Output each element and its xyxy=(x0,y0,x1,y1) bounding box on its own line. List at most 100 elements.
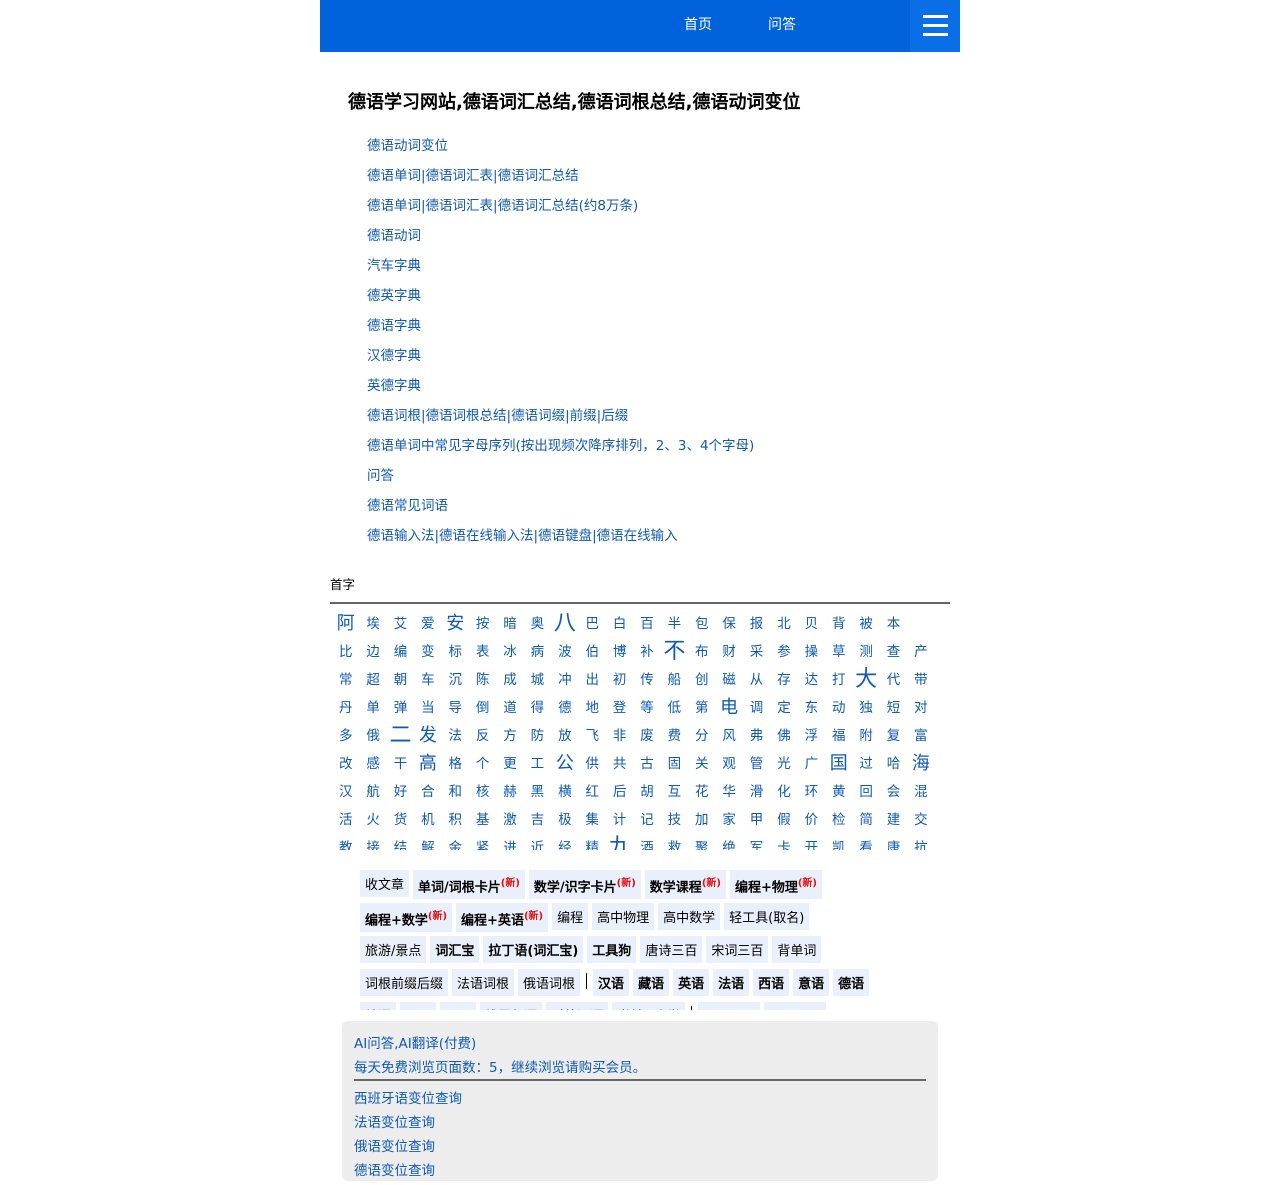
resource-link[interactable]: 德语动词 xyxy=(367,228,421,244)
char-link[interactable]: 激 xyxy=(496,806,523,834)
tool-tag-link[interactable]: 意语 xyxy=(793,969,830,996)
tool-tag-link[interactable]: 唐诗三百 xyxy=(640,936,703,963)
char-link[interactable]: 定 xyxy=(770,694,797,722)
char-link[interactable]: 附 xyxy=(852,722,879,750)
tool-tag-link[interactable]: 轻工具(取名) xyxy=(724,903,810,930)
char-link[interactable]: 飞 xyxy=(579,722,606,750)
char-link[interactable]: 编 xyxy=(387,638,414,666)
char-link[interactable]: 存 xyxy=(770,666,797,694)
char-link[interactable]: 布 xyxy=(688,638,715,666)
char-link[interactable]: 八 xyxy=(551,610,578,638)
resource-link[interactable]: 德语常见词语 xyxy=(367,498,448,514)
tool-tag-link[interactable]: 宋词三百 xyxy=(706,936,769,963)
char-link[interactable]: 机 xyxy=(414,806,441,834)
char-link[interactable]: 半 xyxy=(661,610,688,638)
char-link[interactable]: 货 xyxy=(387,806,414,834)
char-link[interactable]: 福 xyxy=(825,722,852,750)
char-link[interactable]: 冲 xyxy=(551,666,578,694)
conjugation-link[interactable]: 西班牙语变位查询 xyxy=(354,1091,462,1107)
char-link[interactable]: 博 xyxy=(606,638,633,666)
char-link[interactable]: 航 xyxy=(359,778,386,806)
char-link[interactable]: 更 xyxy=(496,750,523,778)
char-link[interactable]: 成 xyxy=(496,666,523,694)
char-link[interactable]: 费 xyxy=(661,722,688,750)
char-link[interactable]: 火 xyxy=(359,806,386,834)
char-link[interactable]: 九 xyxy=(606,834,633,850)
char-link[interactable]: 陈 xyxy=(469,666,496,694)
char-link[interactable]: 海 xyxy=(907,750,934,778)
char-link[interactable]: 北 xyxy=(770,610,797,638)
tool-tag-link[interactable]: 高中物理 xyxy=(592,903,655,930)
char-link[interactable]: 抗 xyxy=(907,834,934,850)
char-link[interactable]: 阿 xyxy=(332,610,359,638)
char-link[interactable]: 个 xyxy=(469,750,496,778)
char-link[interactable]: 边 xyxy=(359,638,386,666)
char-link[interactable]: 固 xyxy=(661,750,688,778)
char-link[interactable]: 产 xyxy=(907,638,934,666)
char-link[interactable]: 常 xyxy=(332,666,359,694)
char-link[interactable]: 从 xyxy=(743,666,770,694)
resource-link[interactable]: 德语输入法|德语在线输入法|德语键盘|德语在线输入 xyxy=(367,528,678,544)
char-link[interactable]: 高 xyxy=(414,750,441,778)
char-link[interactable]: 本 xyxy=(880,610,907,638)
char-link[interactable]: 甲 xyxy=(743,806,770,834)
char-link[interactable]: 单 xyxy=(359,694,386,722)
tool-tag-link[interactable]: 编程+物理(新) xyxy=(729,870,822,900)
char-link[interactable]: 分 xyxy=(688,722,715,750)
char-link[interactable]: 交 xyxy=(907,806,934,834)
char-link[interactable]: 横 xyxy=(551,778,578,806)
char-link[interactable]: 价 xyxy=(798,806,825,834)
char-link[interactable]: 百 xyxy=(633,610,660,638)
char-link[interactable]: 感 xyxy=(359,750,386,778)
char-link[interactable]: 弗 xyxy=(743,722,770,750)
tool-tag-link[interactable]: 背单词 xyxy=(772,936,822,963)
char-link[interactable]: 采 xyxy=(743,638,770,666)
tool-tag-link[interactable]: 维吾尔语 xyxy=(480,1002,543,1010)
tool-tag-link[interactable]: 阿语 xyxy=(440,1002,477,1010)
conjugation-link[interactable]: 俄语变位查询 xyxy=(354,1139,435,1155)
char-link[interactable]: 丹 xyxy=(332,694,359,722)
char-link[interactable]: 报 xyxy=(743,610,770,638)
char-link[interactable]: 倒 xyxy=(469,694,496,722)
char-link[interactable]: 富 xyxy=(907,722,934,750)
char-link[interactable]: 俄 xyxy=(359,722,386,750)
char-link[interactable]: 埃 xyxy=(359,610,386,638)
char-link[interactable]: 工 xyxy=(524,750,551,778)
char-link[interactable]: 活 xyxy=(332,806,359,834)
tool-tag-link[interactable]: 编程+英语(新) xyxy=(456,903,549,933)
char-link[interactable]: 低 xyxy=(661,694,688,722)
ai-qa-link[interactable]: AI问答,AI翻译(付费) xyxy=(354,1032,476,1052)
char-link[interactable]: 共 xyxy=(606,750,633,778)
char-link[interactable]: 精 xyxy=(579,834,606,850)
char-link[interactable]: 地 xyxy=(579,694,606,722)
char-link[interactable]: 卡 xyxy=(770,834,797,850)
tool-tag-link[interactable]: 工具狗 xyxy=(587,936,637,963)
char-link[interactable]: 古 xyxy=(633,750,660,778)
char-link[interactable]: 比 xyxy=(332,638,359,666)
char-link[interactable]: 弹 xyxy=(387,694,414,722)
tool-tag-link[interactable]: 英语 xyxy=(673,969,710,996)
char-link[interactable]: 城 xyxy=(524,666,551,694)
char-link[interactable]: 进 xyxy=(496,834,523,850)
nav-qa-link[interactable]: 问答 xyxy=(768,14,796,34)
char-link[interactable]: 二 xyxy=(387,722,414,750)
char-link[interactable]: 华 xyxy=(715,778,742,806)
char-link[interactable]: 记 xyxy=(633,806,660,834)
char-link[interactable]: 爱 xyxy=(414,610,441,638)
resource-link[interactable]: 德英字典 xyxy=(367,288,421,304)
conjugation-link[interactable]: 德语变位查询 xyxy=(354,1163,435,1179)
char-link[interactable]: 家 xyxy=(715,806,742,834)
char-link[interactable]: 船 xyxy=(661,666,688,694)
char-link[interactable]: 德 xyxy=(551,694,578,722)
char-link[interactable]: 沉 xyxy=(442,666,469,694)
char-link[interactable]: 暗 xyxy=(496,610,523,638)
char-link[interactable]: 病 xyxy=(524,638,551,666)
char-link[interactable]: 简 xyxy=(852,806,879,834)
tool-tag-link[interactable]: 日语 xyxy=(400,1002,437,1010)
char-link[interactable]: 技 xyxy=(661,806,688,834)
char-link[interactable]: 导 xyxy=(442,694,469,722)
char-link[interactable]: 观 xyxy=(715,750,742,778)
resource-link[interactable]: 德语单词|德语词汇表|德语词汇总结(约8万条) xyxy=(367,198,638,214)
tool-tag-link[interactable]: 旅游/景点 xyxy=(360,936,427,963)
char-link[interactable]: 混 xyxy=(907,778,934,806)
